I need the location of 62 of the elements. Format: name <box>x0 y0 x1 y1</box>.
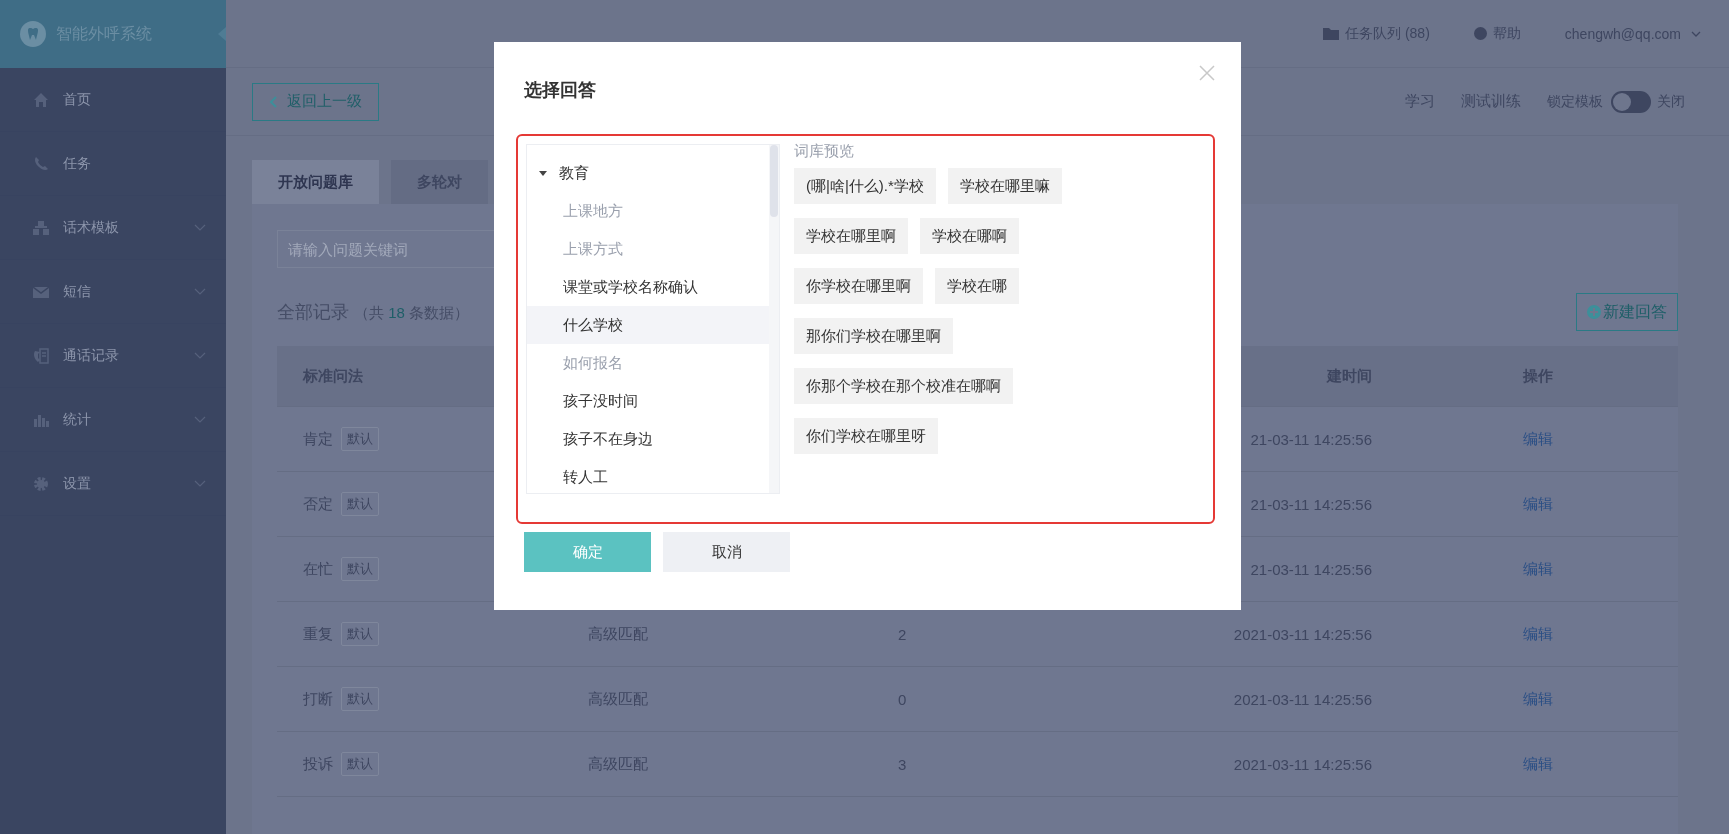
chevron-left-icon <box>269 95 277 108</box>
caret-icon <box>1691 30 1701 37</box>
lock-toggle[interactable] <box>1611 90 1651 113</box>
chevron-down-icon <box>194 416 206 423</box>
dialog-title: 选择回答 <box>524 80 596 100</box>
call-log-icon <box>33 347 49 364</box>
sidebar-item-label: 话术模板 <box>63 218 120 237</box>
tooth-logo-icon <box>20 21 46 47</box>
back-button[interactable]: 返回上一级 <box>252 82 379 121</box>
caret-down-icon <box>539 169 547 177</box>
cancel-button[interactable]: 取消 <box>663 532 790 572</box>
sidebar-item[interactable]: 设置 <box>0 452 226 516</box>
phone-icon <box>33 155 49 172</box>
tree-item[interactable]: 孩子没时间 <box>527 382 769 420</box>
phrase-chip: 学校在哪 <box>935 268 1019 304</box>
phrase-chip: 学校在哪啊 <box>920 218 1019 254</box>
sidebar-item-label: 任务 <box>63 154 92 173</box>
sidebar-item-label: 设置 <box>63 474 92 493</box>
sidebar-item[interactable]: 通话记录 <box>0 324 226 388</box>
edit-link[interactable]: 编辑 <box>1523 429 1553 449</box>
new-answer-button[interactable]: 新建回答 <box>1576 293 1678 331</box>
collapse-arrow-icon <box>218 27 226 41</box>
close-icon[interactable] <box>1199 65 1215 81</box>
phrase-chip: 学校在哪里啊 <box>794 218 908 254</box>
sidebar-item[interactable]: 首页 <box>0 68 226 132</box>
preview-title: 词库预览 <box>794 140 855 161</box>
sidebar-item[interactable]: 统计 <box>0 388 226 452</box>
scrollbar[interactable] <box>769 145 779 493</box>
chevron-down-icon <box>194 480 206 487</box>
confirm-button[interactable]: 确定 <box>524 532 651 572</box>
tree-item[interactable]: 孩子不在身边 <box>527 420 769 458</box>
sidebar-item-label: 短信 <box>63 282 92 301</box>
phrase-chip: 那你们学校在哪里啊 <box>794 318 953 354</box>
plus-circle-icon <box>1587 305 1601 319</box>
sidebar-item-label: 首页 <box>63 90 92 109</box>
home-icon <box>33 91 49 108</box>
sidebar-item[interactable]: 短信 <box>0 260 226 324</box>
edit-link[interactable]: 编辑 <box>1523 624 1553 644</box>
chevron-down-icon <box>194 224 206 231</box>
edit-link[interactable]: 编辑 <box>1523 754 1553 774</box>
hierarchy-icon <box>33 219 49 236</box>
chevron-down-icon <box>194 352 206 359</box>
phrase-chip: 你那个学校在那个校准在哪啊 <box>794 368 1013 404</box>
folder-icon <box>1323 27 1340 40</box>
tab[interactable]: 开放问题库 <box>252 160 379 204</box>
sidebar-item[interactable]: 话术模板 <box>0 196 226 260</box>
tree-item[interactable]: 课堂或学校名称确认 <box>527 268 769 306</box>
tree-item[interactable]: 转人工 <box>527 458 769 493</box>
phrase-chip: 学校在哪里嘛 <box>947 168 1062 204</box>
phrase-chip: 你们学校在哪里呀 <box>794 418 938 454</box>
edit-link[interactable]: 编辑 <box>1523 494 1553 514</box>
phrase-chip: 你学校在哪里啊 <box>794 268 923 304</box>
edit-link[interactable]: 编辑 <box>1523 559 1553 579</box>
sidebar-item[interactable]: 任务 <box>0 132 226 196</box>
chevron-down-icon <box>194 288 206 295</box>
sidebar-item-label: 通话记录 <box>63 346 120 365</box>
tree-node[interactable]: 教育 <box>527 154 769 192</box>
phrase-chip: (哪|啥|什么).*学校 <box>794 168 936 204</box>
settings-icon <box>33 475 49 492</box>
tree-item[interactable]: 什么学校 <box>527 306 769 344</box>
sidebar-item-label: 统计 <box>63 410 92 429</box>
edit-link[interactable]: 编辑 <box>1523 689 1553 709</box>
